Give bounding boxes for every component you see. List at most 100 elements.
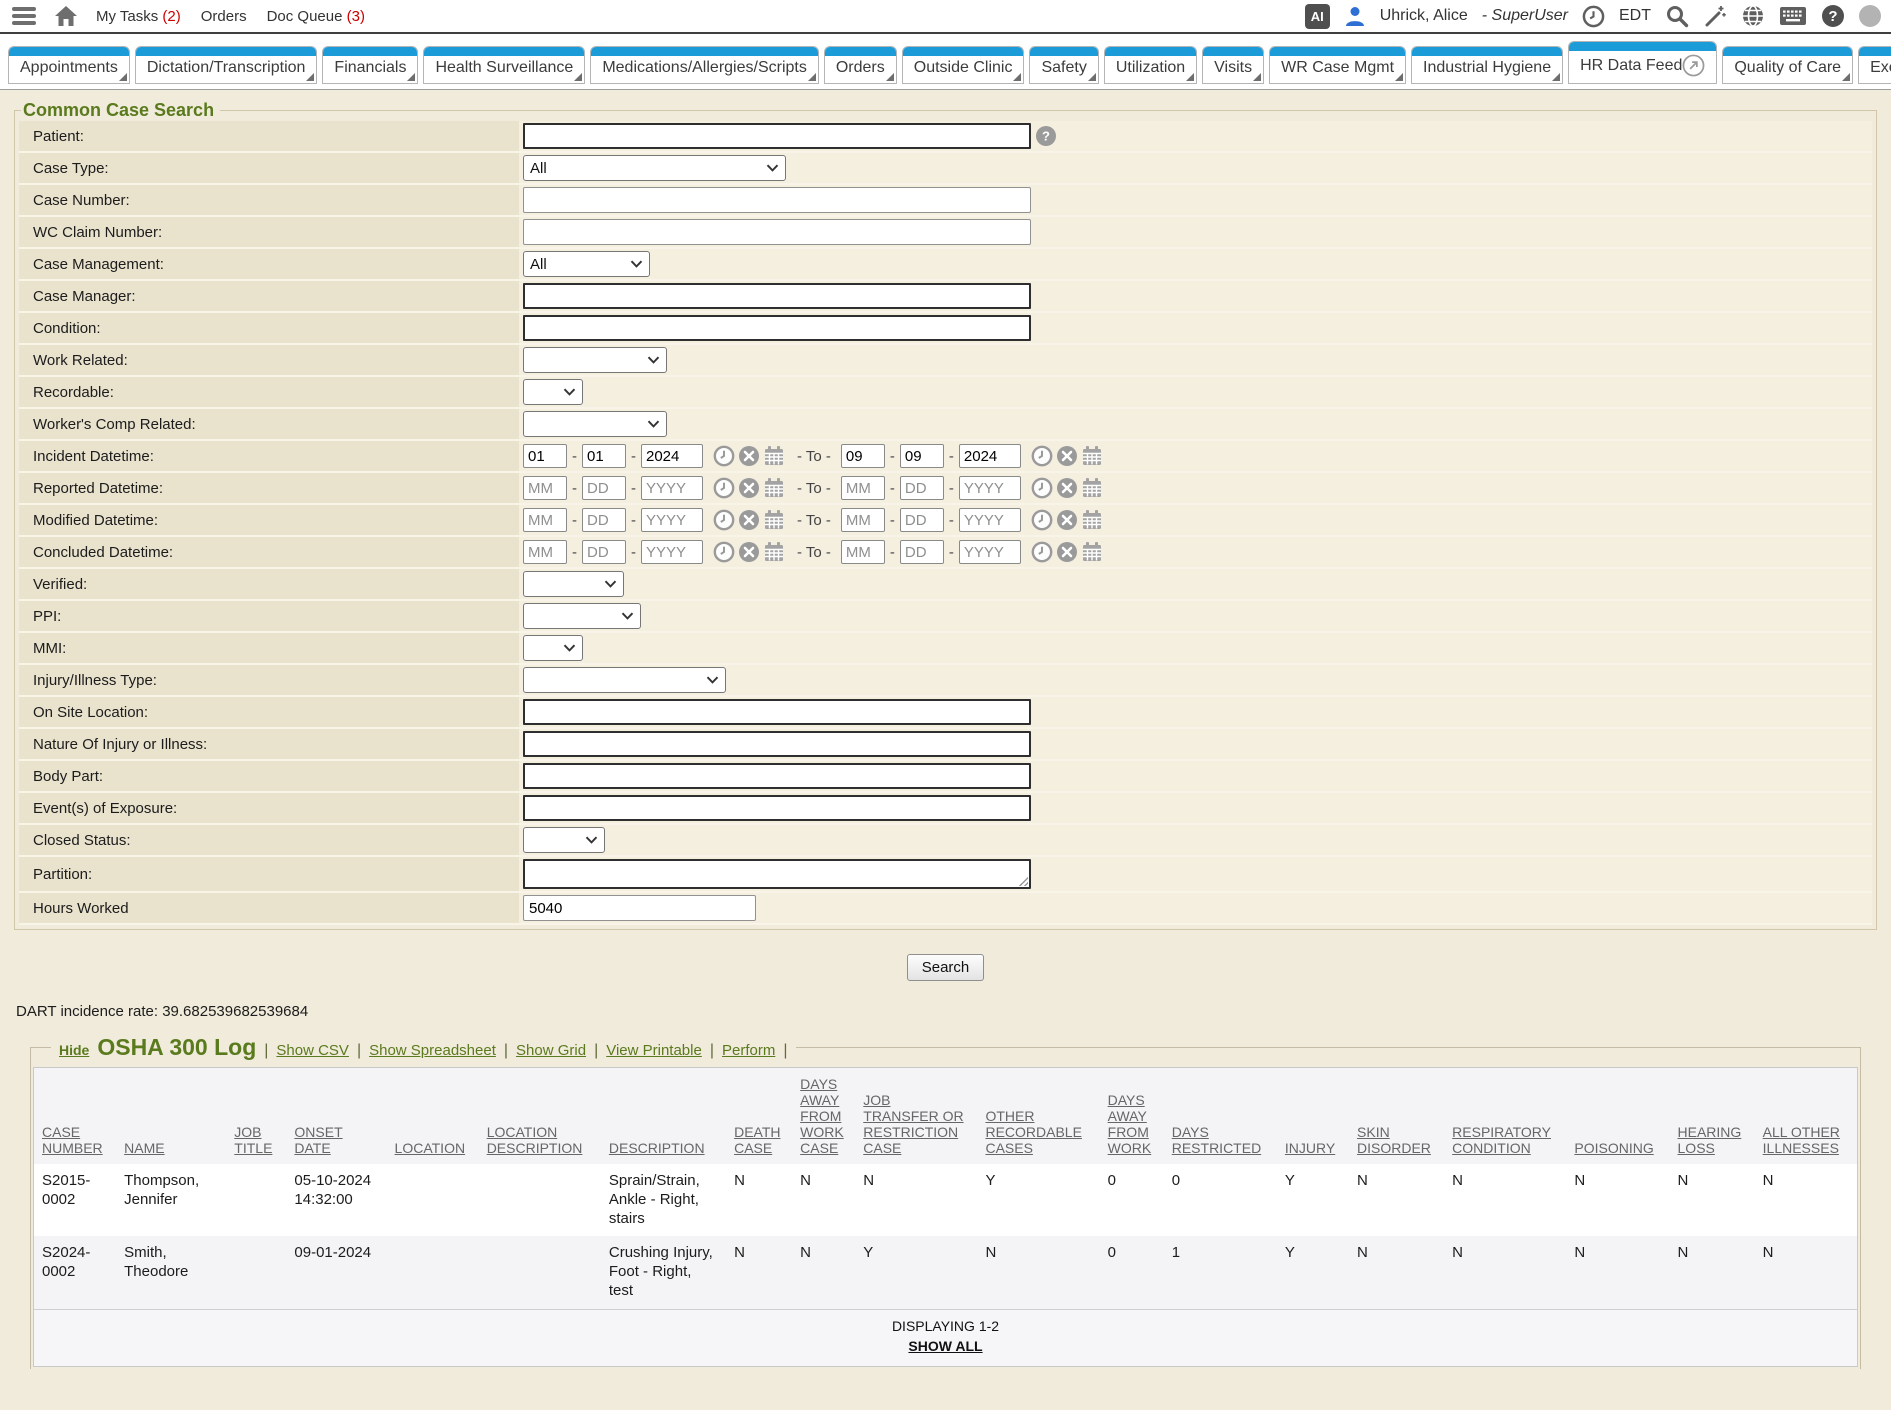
menu-icon[interactable] [12, 7, 36, 25]
calendar-icon[interactable] [1081, 509, 1103, 531]
mmi-select[interactable] [523, 635, 583, 661]
clear-date-icon[interactable] [1056, 509, 1078, 531]
column-sort-link[interactable]: JOB TRANSFER OR RESTRICTION CASE [863, 1092, 963, 1156]
osha-link-perform[interactable]: Perform [722, 1042, 775, 1059]
concluded-datetime-to-mm-input[interactable] [841, 540, 885, 564]
column-sort-link[interactable]: HEARING LOSS [1678, 1124, 1742, 1156]
tab-dropdown-corner-icon[interactable] [407, 73, 415, 81]
column-sort-link[interactable]: DAYS RESTRICTED [1172, 1124, 1261, 1156]
nature-of-injury-or-illness-input[interactable] [523, 731, 1031, 757]
concluded-datetime-from-mm-input[interactable] [523, 540, 567, 564]
tab-outside-clinic[interactable]: Outside Clinic [902, 46, 1025, 84]
modified-datetime-from-mm-input[interactable] [523, 508, 567, 532]
hours-worked-input[interactable] [523, 895, 756, 921]
clear-date-icon[interactable] [1056, 445, 1078, 467]
column-sort-link[interactable]: NAME [124, 1140, 164, 1156]
osha-link-show-csv[interactable]: Show CSV [276, 1042, 349, 1059]
osha-link-view-printable[interactable]: View Printable [606, 1042, 702, 1059]
clock-icon[interactable] [1582, 5, 1605, 28]
tab-wr-case-mgmt[interactable]: WR Case Mgmt [1269, 46, 1406, 84]
incident-datetime-from-dd-input[interactable] [582, 444, 626, 468]
user-name[interactable]: Uhrick, Alice [1380, 7, 1468, 25]
clear-date-icon[interactable] [1056, 477, 1078, 499]
calendar-icon[interactable] [763, 509, 785, 531]
concluded-datetime-to-yyyy-input[interactable] [959, 540, 1021, 564]
reported-datetime-to-yyyy-input[interactable] [959, 476, 1021, 500]
clear-date-icon[interactable] [1056, 541, 1078, 563]
ppi-select[interactable] [523, 603, 641, 629]
clear-date-icon[interactable] [738, 509, 760, 531]
field-help-icon[interactable]: ? [1035, 125, 1057, 147]
osha-link-show-spreadsheet[interactable]: Show Spreadsheet [369, 1042, 496, 1059]
tab-dictation-transcription[interactable]: Dictation/Transcription [135, 46, 318, 84]
nav-item-my-tasks[interactable]: My Tasks (2) [96, 8, 181, 25]
partition-textarea[interactable] [523, 859, 1031, 889]
incident-datetime-from-mm-input[interactable] [523, 444, 567, 468]
column-sort-link[interactable]: INJURY [1285, 1140, 1335, 1156]
body-part-input[interactable] [523, 763, 1031, 789]
patient-input[interactable] [523, 123, 1031, 149]
nav-item-orders[interactable]: Orders [201, 8, 247, 25]
time-picker-icon[interactable] [713, 509, 735, 531]
tab-dropdown-corner-icon[interactable] [119, 73, 127, 81]
calendar-icon[interactable] [1081, 477, 1103, 499]
incident-datetime-to-yyyy-input[interactable] [959, 444, 1021, 468]
concluded-datetime-from-dd-input[interactable] [582, 540, 626, 564]
reported-datetime-to-dd-input[interactable] [900, 476, 944, 500]
help-icon[interactable]: ? [1821, 4, 1845, 28]
home-icon[interactable] [54, 5, 78, 27]
tab-industrial-hygiene[interactable]: Industrial Hygiene [1411, 46, 1563, 84]
tab-dropdown-corner-icon[interactable] [306, 73, 314, 81]
time-picker-icon[interactable] [1031, 509, 1053, 531]
hide-link[interactable]: Hide [59, 1042, 89, 1058]
column-sort-link[interactable]: POISONING [1574, 1140, 1653, 1156]
clear-date-icon[interactable] [738, 445, 760, 467]
time-picker-icon[interactable] [1031, 477, 1053, 499]
tab-dropdown-corner-icon[interactable] [808, 73, 816, 81]
globe-icon[interactable] [1741, 4, 1765, 28]
on-site-location-input[interactable] [523, 699, 1031, 725]
tab-dropdown-corner-icon[interactable] [1395, 73, 1403, 81]
recordable-select[interactable] [523, 379, 583, 405]
case-manager-input[interactable] [523, 283, 1031, 309]
column-sort-link[interactable]: DAYS AWAY FROM WORK CASE [800, 1076, 844, 1156]
tab-health-surveillance[interactable]: Health Surveillance [423, 46, 585, 84]
time-picker-icon[interactable] [713, 477, 735, 499]
column-sort-link[interactable]: LOCATION DESCRIPTION [487, 1124, 583, 1156]
column-sort-link[interactable]: CASE NUMBER [42, 1124, 103, 1156]
show-all-link[interactable]: SHOW ALL [908, 1338, 982, 1354]
tab-hr-data-feed[interactable]: HR Data Feed [1568, 41, 1717, 84]
tab-orders[interactable]: Orders [824, 46, 897, 84]
tab-dropdown-corner-icon[interactable] [1842, 73, 1850, 81]
ai-badge[interactable]: AI [1305, 4, 1330, 29]
time-picker-icon[interactable] [713, 445, 735, 467]
calendar-icon[interactable] [763, 541, 785, 563]
column-sort-link[interactable]: RESPIRATORY CONDITION [1452, 1124, 1551, 1156]
tab-dropdown-corner-icon[interactable] [1013, 73, 1021, 81]
clear-date-icon[interactable] [738, 477, 760, 499]
column-sort-link[interactable]: ONSET DATE [294, 1124, 342, 1156]
reported-datetime-to-mm-input[interactable] [841, 476, 885, 500]
modified-datetime-from-dd-input[interactable] [582, 508, 626, 532]
modified-datetime-to-mm-input[interactable] [841, 508, 885, 532]
tab-dropdown-corner-icon[interactable] [1552, 73, 1560, 81]
modified-datetime-from-yyyy-input[interactable] [641, 508, 703, 532]
wc-claim-number-input[interactable] [523, 219, 1031, 245]
tab-appointments[interactable]: Appointments [8, 46, 130, 84]
clear-date-icon[interactable] [738, 541, 760, 563]
verified-select[interactable] [523, 571, 624, 597]
tab-dropdown-corner-icon[interactable] [1253, 73, 1261, 81]
tab-quality-of-care[interactable]: Quality of Care [1722, 46, 1853, 84]
keyboard-icon[interactable] [1779, 6, 1807, 26]
tab-dropdown-corner-icon[interactable] [1186, 73, 1194, 81]
reported-datetime-from-dd-input[interactable] [582, 476, 626, 500]
wand-icon[interactable] [1703, 4, 1727, 28]
tab-dropdown-corner-icon[interactable] [1088, 73, 1096, 81]
search-icon[interactable] [1665, 4, 1689, 28]
case-management-select[interactable]: All [523, 251, 650, 277]
calendar-icon[interactable] [763, 477, 785, 499]
reported-datetime-from-mm-input[interactable] [523, 476, 567, 500]
calendar-icon[interactable] [763, 445, 785, 467]
tab-safety[interactable]: Safety [1029, 46, 1098, 84]
time-picker-icon[interactable] [713, 541, 735, 563]
